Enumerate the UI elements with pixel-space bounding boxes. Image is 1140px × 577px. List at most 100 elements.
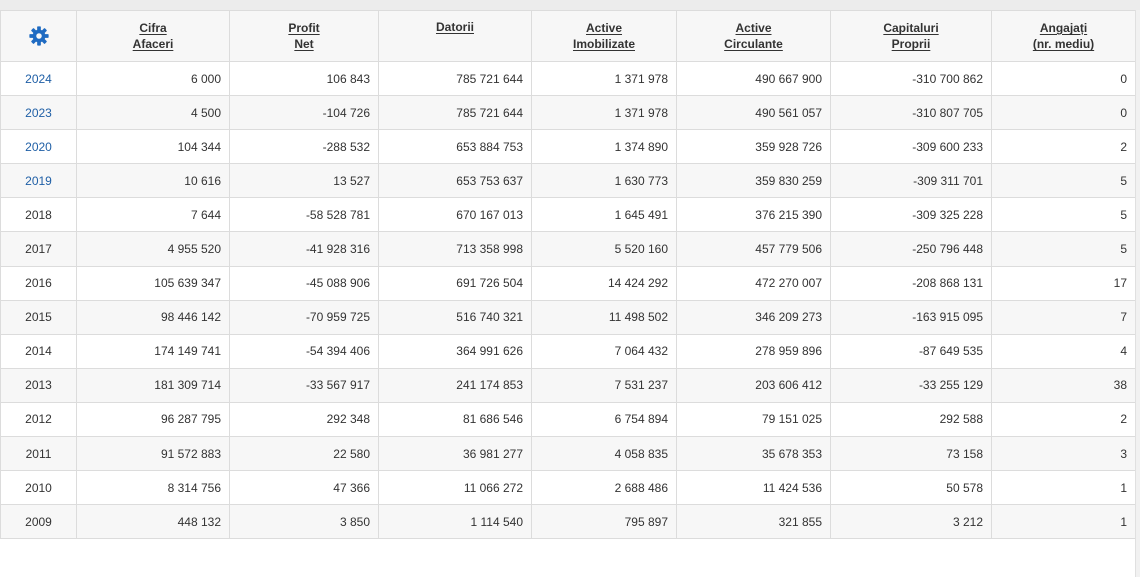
header-capitaluri-proprii[interactable]: Capitaluri Proprii: [830, 10, 992, 62]
year-cell: 2011: [0, 436, 77, 472]
cell-profit-net: -288 532: [229, 129, 379, 165]
settings-header-cell[interactable]: [0, 10, 77, 62]
cell-active-imobilizate: 795 897: [531, 504, 677, 540]
header-label-line2: Afaceri: [132, 37, 174, 51]
year-cell: 2015: [0, 299, 77, 335]
cell-angajati: 17: [991, 265, 1136, 301]
cell-cifra-afaceri: 98 446 142: [76, 299, 230, 335]
table-row: 2016 105 639 347 -45 088 906 691 726 504 14 …: [0, 265, 1136, 301]
year-cell: 2017: [0, 231, 77, 267]
cell-active-circulante: 11 424 536: [676, 470, 831, 506]
year-link[interactable]: 2024: [0, 60, 77, 97]
cell-capitaluri-proprii: 3 212: [830, 504, 992, 540]
cell-angajati: 0: [991, 60, 1136, 97]
cell-datorii: 516 740 321: [378, 299, 532, 335]
header-cifra-afaceri[interactable]: Cifra Afaceri: [76, 10, 230, 62]
header-label-line2: Net: [294, 37, 314, 51]
cell-datorii: 81 686 546: [378, 401, 532, 438]
cell-active-circulante: 490 667 900: [676, 60, 831, 97]
header-label-line2: Circulante: [724, 37, 783, 51]
header-active-circulante[interactable]: Active Circulante: [676, 10, 831, 62]
cell-active-imobilizate: 7 064 432: [531, 333, 677, 369]
year-link[interactable]: 2019: [0, 163, 77, 199]
cell-capitaluri-proprii: -310 807 705: [830, 95, 992, 131]
cell-capitaluri-proprii: -87 649 535: [830, 333, 992, 369]
header-label-line1: Active: [585, 21, 623, 35]
cell-datorii: 785 721 644: [378, 95, 532, 131]
cell-angajati: 4: [991, 333, 1136, 369]
cell-cifra-afaceri: 96 287 795: [76, 401, 230, 438]
cell-active-circulante: 203 606 412: [676, 367, 831, 403]
table-row: 2019 10 616 13 527 653 753 637 1 630 773 359 …: [0, 163, 1136, 199]
table-row: 2009 448 132 3 850 1 114 540 795 897 321 855 3…: [0, 504, 1136, 540]
table-row: 2015 98 446 142 -70 959 725 516 740 321 11 4…: [0, 299, 1136, 335]
year-link[interactable]: 2020: [0, 129, 77, 165]
cell-cifra-afaceri: 174 149 741: [76, 333, 230, 369]
table-row: 2018 7 644 -58 528 781 670 167 013 1 645 491…: [0, 197, 1136, 233]
cell-cifra-afaceri: 7 644: [76, 197, 230, 233]
header-active-imobilizate[interactable]: Active Imobilizate: [531, 10, 677, 62]
cell-profit-net: -33 567 917: [229, 367, 379, 403]
header-label-line1: Angajați: [1039, 21, 1088, 35]
cell-datorii: 11 066 272: [378, 470, 532, 506]
cell-capitaluri-proprii: -309 600 233: [830, 129, 992, 165]
cell-active-imobilizate: 2 688 486: [531, 470, 677, 506]
cell-angajati: 0: [991, 95, 1136, 131]
cell-active-circulante: 457 779 506: [676, 231, 831, 267]
cell-active-circulante: 472 270 007: [676, 265, 831, 301]
cell-cifra-afaceri: 8 314 756: [76, 470, 230, 506]
cell-cifra-afaceri: 448 132: [76, 504, 230, 540]
year-cell: 2018: [0, 197, 77, 233]
cell-angajati: 7: [991, 299, 1136, 335]
scrollbar[interactable]: [1135, 10, 1140, 577]
cell-active-imobilizate: 1 371 978: [531, 95, 677, 131]
year-cell: 2016: [0, 265, 77, 301]
cell-angajati: 38: [991, 367, 1136, 403]
cell-datorii: 241 174 853: [378, 367, 532, 403]
cell-capitaluri-proprii: -33 255 129: [830, 367, 992, 403]
cell-profit-net: 47 366: [229, 470, 379, 506]
cell-capitaluri-proprii: 292 588: [830, 401, 992, 438]
cell-active-imobilizate: 1 374 890: [531, 129, 677, 165]
cell-cifra-afaceri: 6 000: [76, 60, 230, 97]
cell-datorii: 653 884 753: [378, 129, 532, 165]
header-angajati[interactable]: Angajați (nr. mediu): [991, 10, 1136, 62]
cell-datorii: 364 991 626: [378, 333, 532, 369]
header-datorii[interactable]: Datorii: [378, 10, 532, 62]
table-row: 2020 104 344 -288 532 653 884 753 1 374 890 3…: [0, 129, 1136, 165]
cell-cifra-afaceri: 4 500: [76, 95, 230, 131]
cell-angajati: 1: [991, 470, 1136, 506]
cell-capitaluri-proprii: -250 796 448: [830, 231, 992, 267]
cell-active-circulante: 278 959 896: [676, 333, 831, 369]
cell-active-circulante: 35 678 353: [676, 436, 831, 472]
cell-active-circulante: 490 561 057: [676, 95, 831, 131]
cell-active-imobilizate: 6 754 894: [531, 401, 677, 438]
header-label-line2: Imobilizate: [572, 37, 635, 51]
cell-cifra-afaceri: 10 616: [76, 163, 230, 199]
cell-capitaluri-proprii: -163 915 095: [830, 299, 992, 335]
cell-active-imobilizate: 11 498 502: [531, 299, 677, 335]
cell-cifra-afaceri: 181 309 714: [76, 367, 230, 403]
cell-profit-net: -54 394 406: [229, 333, 379, 369]
cell-active-circulante: 359 928 726: [676, 129, 831, 165]
cell-datorii: 653 753 637: [378, 163, 532, 199]
table-row: 2024 6 000 106 843 785 721 644 1 371 978 490 …: [0, 60, 1136, 97]
cell-capitaluri-proprii: -309 325 228: [830, 197, 992, 233]
cell-profit-net: 292 348: [229, 401, 379, 438]
cell-profit-net: 3 850: [229, 504, 379, 540]
table-row: 2023 4 500 -104 726 785 721 644 1 371 978 490…: [0, 95, 1136, 131]
year-cell: 2012: [0, 401, 77, 438]
cell-active-circulante: 346 209 273: [676, 299, 831, 335]
cell-capitaluri-proprii: 73 158: [830, 436, 992, 472]
cell-angajati: 5: [991, 231, 1136, 267]
cell-active-circulante: 79 151 025: [676, 401, 831, 438]
year-cell: 2009: [0, 504, 77, 540]
cell-active-imobilizate: 5 520 160: [531, 231, 677, 267]
header-profit-net[interactable]: Profit Net: [229, 10, 379, 62]
cell-active-imobilizate: 1 630 773: [531, 163, 677, 199]
table-row: 2011 91 572 883 22 580 36 981 277 4 058 835 3…: [0, 436, 1136, 472]
cell-active-imobilizate: 14 424 292: [531, 265, 677, 301]
table-row: 2010 8 314 756 47 366 11 066 272 2 688 486 11…: [0, 470, 1136, 506]
year-link[interactable]: 2023: [0, 95, 77, 131]
gear-icon[interactable]: [28, 25, 50, 47]
